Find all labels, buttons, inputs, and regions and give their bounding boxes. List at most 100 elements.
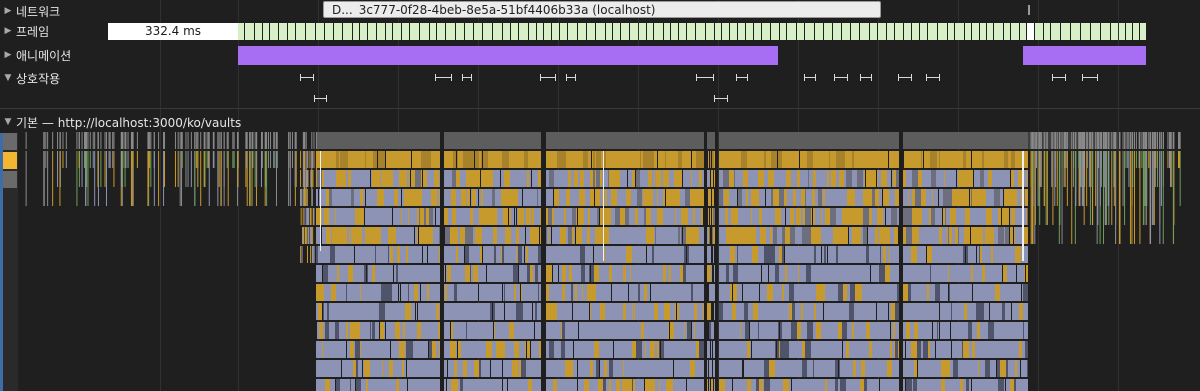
- flame-entry[interactable]: [915, 265, 917, 282]
- flame-entry[interactable]: [549, 284, 553, 301]
- flame-tick[interactable]: [132, 151, 134, 206]
- flame-entry[interactable]: [922, 170, 926, 187]
- flame-entry[interactable]: [1003, 284, 1009, 301]
- flame-entry[interactable]: [621, 360, 622, 377]
- flame-entry[interactable]: [990, 265, 995, 282]
- flame-entry[interactable]: [474, 360, 479, 377]
- flame-gap[interactable]: [578, 322, 579, 339]
- flame-entry[interactable]: [375, 303, 379, 320]
- flame-entry[interactable]: [884, 227, 890, 244]
- flame-entry[interactable]: [834, 265, 837, 282]
- flame-entry[interactable]: [1011, 208, 1015, 225]
- flame-entry[interactable]: [657, 360, 663, 377]
- flame-entry[interactable]: [570, 189, 575, 206]
- flame-entry[interactable]: [867, 379, 870, 391]
- flame-tick[interactable]: [1177, 132, 1179, 149]
- flame-entry[interactable]: [509, 303, 513, 320]
- flame-entry[interactable]: [732, 265, 733, 282]
- flame-tick[interactable]: [252, 151, 254, 168]
- flame-entry[interactable]: [727, 151, 728, 168]
- frame[interactable]: [746, 23, 753, 40]
- flame-entry[interactable]: [737, 208, 738, 225]
- flame-entry[interactable]: [354, 341, 355, 358]
- flame-gap[interactable]: [823, 303, 824, 320]
- frame[interactable]: [255, 23, 262, 40]
- flame-entry[interactable]: [638, 284, 640, 301]
- flame-entry[interactable]: [758, 227, 760, 244]
- flame-entry[interactable]: [418, 265, 422, 282]
- flame-tick[interactable]: [78, 132, 80, 149]
- flame-entry[interactable]: [693, 227, 699, 244]
- flame-entry[interactable]: [439, 246, 440, 263]
- flame-entry[interactable]: [980, 360, 985, 377]
- flame-entry[interactable]: [630, 360, 632, 377]
- flame-tick[interactable]: [315, 151, 317, 187]
- flame-entry[interactable]: [721, 284, 726, 301]
- flame-entry[interactable]: [591, 303, 594, 320]
- flame-entry[interactable]: [605, 303, 611, 320]
- flame-entry[interactable]: [700, 246, 704, 263]
- flame-entry[interactable]: [580, 341, 581, 358]
- flame-entry[interactable]: [742, 189, 746, 206]
- frame[interactable]: [1027, 23, 1034, 40]
- flame-entry[interactable]: [935, 284, 940, 301]
- flame-entry[interactable]: [421, 379, 427, 391]
- flame-entry[interactable]: [920, 170, 922, 187]
- flame-entry[interactable]: [616, 322, 619, 339]
- flame-entry[interactable]: [868, 170, 872, 187]
- flame-gap[interactable]: [709, 151, 710, 168]
- flame-tick[interactable]: [1032, 132, 1034, 149]
- flame-entry[interactable]: [493, 227, 497, 244]
- flame-entry[interactable]: [587, 322, 588, 339]
- flame-entry[interactable]: [936, 341, 940, 358]
- flame-entry[interactable]: [838, 284, 843, 301]
- flame-tick[interactable]: [1145, 151, 1147, 225]
- flame-entry[interactable]: [618, 246, 623, 263]
- flame-entry[interactable]: [345, 303, 349, 320]
- flame-entry[interactable]: [945, 379, 946, 391]
- flame-entry[interactable]: [990, 303, 996, 320]
- flame-entry[interactable]: [512, 284, 514, 301]
- flame-entry[interactable]: [950, 208, 956, 225]
- flame-marker[interactable]: [603, 151, 604, 261]
- flame-entry[interactable]: [569, 265, 572, 282]
- flame-entry[interactable]: [700, 151, 704, 168]
- flame-gap[interactable]: [708, 322, 709, 339]
- flame-entry[interactable]: [663, 265, 666, 282]
- frame[interactable]: [456, 23, 464, 40]
- frame[interactable]: [904, 23, 911, 40]
- flame-entry[interactable]: [483, 246, 488, 263]
- flame-entry[interactable]: [959, 379, 960, 391]
- flame-entry[interactable]: [573, 284, 575, 301]
- flame-entry[interactable]: [724, 189, 725, 206]
- flame-entry[interactable]: [344, 322, 346, 339]
- flame-entry[interactable]: [1016, 227, 1020, 244]
- flame-entry[interactable]: [405, 341, 406, 358]
- flame-entry[interactable]: [666, 151, 671, 168]
- flame-entry[interactable]: [585, 170, 590, 187]
- flame-gap[interactable]: [420, 284, 421, 301]
- flame-gap[interactable]: [939, 303, 940, 320]
- flame-entry[interactable]: [413, 341, 414, 358]
- flame-gap[interactable]: [590, 265, 591, 282]
- flame-entry[interactable]: [982, 284, 983, 301]
- flame-gap[interactable]: [577, 360, 578, 377]
- flame-entry[interactable]: [575, 265, 581, 282]
- flame-entry[interactable]: [838, 379, 840, 391]
- flame-entry[interactable]: [946, 189, 952, 206]
- flame-entry[interactable]: [590, 189, 596, 206]
- flame-entry[interactable]: [925, 208, 929, 225]
- flame-tick[interactable]: [1040, 151, 1042, 187]
- flame-entry[interactable]: [554, 360, 560, 377]
- flame-entry[interactable]: [393, 227, 396, 244]
- flame-entry[interactable]: [837, 227, 839, 244]
- flame-entry[interactable]: [655, 227, 656, 244]
- flame-entry[interactable]: [362, 303, 367, 320]
- flame-entry[interactable]: [799, 265, 803, 282]
- flame-entry[interactable]: [779, 227, 780, 244]
- flame-entry[interactable]: [694, 189, 700, 206]
- flame-entry[interactable]: [652, 170, 654, 187]
- flame-entry[interactable]: [562, 322, 563, 339]
- flame-entry[interactable]: [670, 303, 675, 320]
- flame-entry[interactable]: [953, 170, 958, 187]
